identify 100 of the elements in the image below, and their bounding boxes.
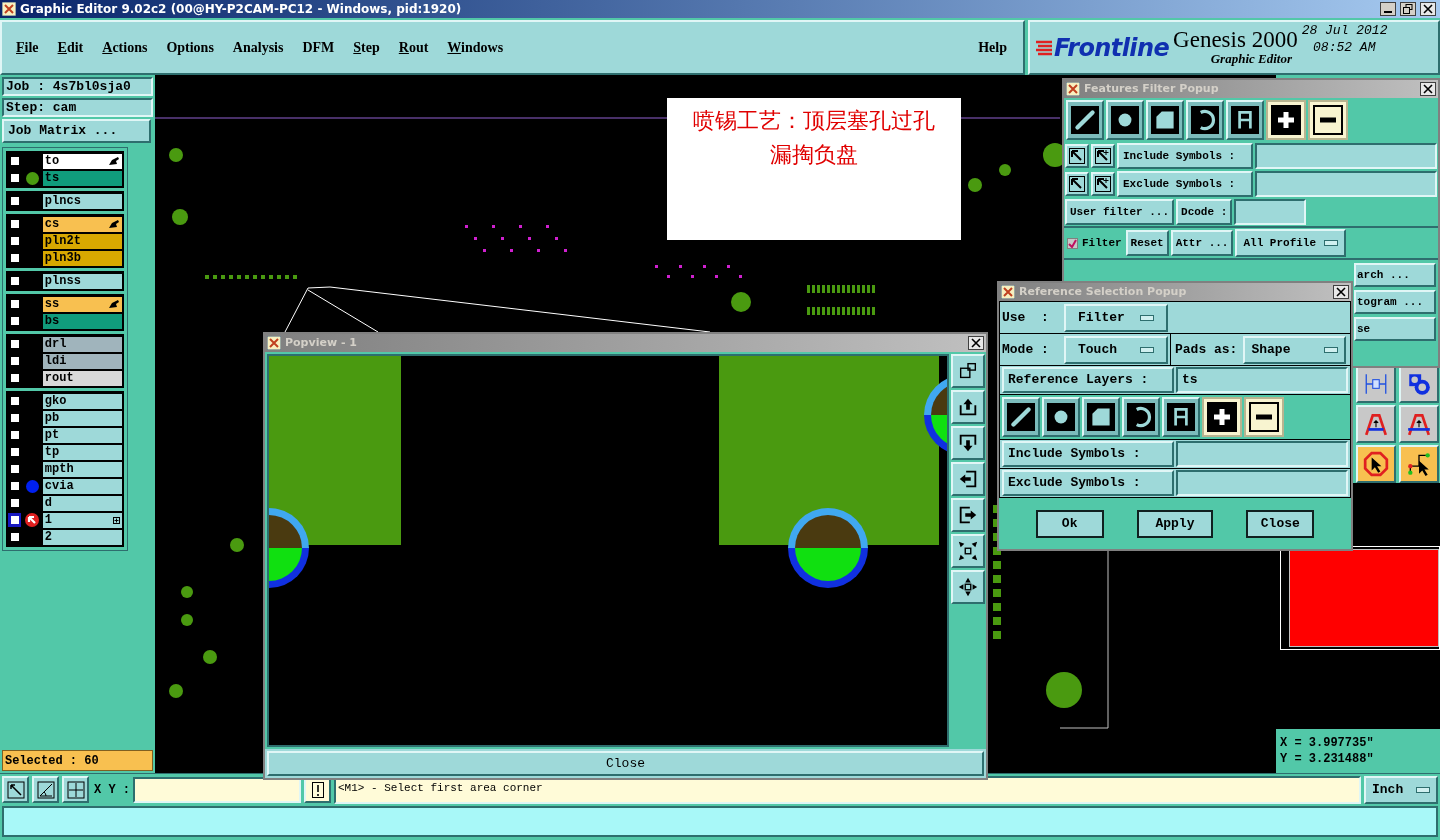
layer-name[interactable]: ss <box>42 296 122 312</box>
positive-button[interactable] <box>1202 397 1242 437</box>
symbols-input-field[interactable] <box>1176 441 1348 467</box>
menu-item[interactable]: Rout <box>398 37 429 58</box>
xy-input-field[interactable] <box>133 776 301 803</box>
close-button[interactable] <box>1420 2 1436 16</box>
help-menu[interactable]: Help <box>978 37 1007 58</box>
popview-tool-button[interactable] <box>951 425 985 460</box>
menu-item[interactable]: Actions <box>102 37 148 58</box>
popview-tool-button[interactable] <box>951 461 985 496</box>
layer-name[interactable]: gko <box>42 393 122 409</box>
include-symbols-button[interactable]: Include Symbols : <box>1117 143 1253 169</box>
dcode-input-field[interactable] <box>1234 199 1307 225</box>
dialog-button[interactable]: Ok <box>1035 509 1104 538</box>
layer-name[interactable]: mpth <box>42 461 122 477</box>
status-tool-button[interactable] <box>2 776 29 803</box>
menu-item[interactable]: Analysis <box>232 37 284 58</box>
layer-name[interactable]: plnss <box>42 273 122 289</box>
layer-name[interactable]: pt <box>42 427 122 443</box>
job-matrix-button[interactable]: Job Matrix ... <box>2 119 151 143</box>
surface-filter-button[interactable] <box>1082 397 1120 437</box>
status-tool-button[interactable] <box>32 776 59 803</box>
profile-dropdown[interactable]: All Profile <box>1235 229 1347 257</box>
popview-tool-button[interactable] <box>951 353 985 388</box>
pad-filter-button[interactable] <box>1106 100 1144 140</box>
filter-checkbox[interactable]: Filter <box>1065 234 1124 252</box>
symbols-input-field[interactable] <box>1176 470 1348 496</box>
popview-tool-button[interactable] <box>951 389 985 424</box>
partial-button[interactable]: arch ... <box>1354 263 1436 287</box>
include-symbols-button[interactable]: Include Symbols : <box>1002 441 1174 467</box>
negative-button[interactable] <box>1244 397 1284 437</box>
symbols-input-field[interactable] <box>1255 171 1437 197</box>
layer-name[interactable]: to <box>42 153 122 169</box>
pick-button[interactable] <box>1065 172 1089 196</box>
layer-name[interactable]: pln3b <box>42 250 122 266</box>
popview-close-button[interactable]: Close <box>267 750 984 776</box>
layer-name[interactable]: cs <box>42 216 122 232</box>
arc-filter-button[interactable] <box>1122 397 1160 437</box>
pad-filter-button[interactable] <box>1042 397 1080 437</box>
reference-layers-field[interactable]: ts <box>1176 367 1348 393</box>
popview-tool-button[interactable] <box>951 497 985 532</box>
dialog-button[interactable]: Close <box>1246 509 1315 538</box>
layer-name[interactable]: drl <box>42 336 122 352</box>
toolbar-button[interactable] <box>1399 445 1439 483</box>
layer-name[interactable]: d <box>42 495 122 511</box>
mode-dropdown[interactable]: Touch <box>1064 335 1168 364</box>
use-dropdown[interactable]: Filter <box>1064 303 1168 332</box>
arc-filter-button[interactable] <box>1186 100 1224 140</box>
close-button[interactable] <box>1333 285 1349 299</box>
pick-button[interactable] <box>1065 144 1089 168</box>
menu-item[interactable]: Step <box>353 37 380 58</box>
line-filter-button[interactable] <box>1066 100 1104 140</box>
pick-button[interactable] <box>1091 172 1115 196</box>
close-button[interactable] <box>1420 82 1436 96</box>
surface-filter-button[interactable] <box>1146 100 1184 140</box>
negative-button[interactable] <box>1308 100 1348 140</box>
restore-button[interactable] <box>1400 2 1416 16</box>
layer-name[interactable]: bs <box>42 313 122 329</box>
menu-item[interactable]: File <box>16 37 39 58</box>
text-filter-button[interactable] <box>1226 100 1264 140</box>
toolbar-button[interactable] <box>1356 445 1396 483</box>
menu-item[interactable]: Options <box>166 37 214 58</box>
layer-name[interactable]: tp <box>42 444 122 460</box>
attr-button[interactable]: Attr ... <box>1170 230 1234 256</box>
layer-name[interactable]: pln2t <box>42 233 122 249</box>
menu-item[interactable]: Windows <box>447 37 504 58</box>
toolbar-button[interactable] <box>1356 405 1396 443</box>
layer-name[interactable]: pb <box>42 410 122 426</box>
menu-item[interactable]: Edit <box>57 37 84 58</box>
pick-button[interactable] <box>1091 144 1115 168</box>
layer-name[interactable]: 1 <box>42 512 122 528</box>
popview-tool-button[interactable] <box>951 533 985 568</box>
toolbar-button[interactable] <box>1399 405 1439 443</box>
layer-name[interactable]: ts <box>42 170 122 186</box>
reference-layers-button[interactable]: Reference Layers : <box>1002 367 1174 393</box>
popview-tool-button[interactable] <box>951 569 985 604</box>
minimize-button[interactable] <box>1380 2 1396 16</box>
user-filter-button[interactable]: User filter ... <box>1065 199 1175 225</box>
layer-name[interactable]: cvia <box>42 478 122 494</box>
status-tool-button[interactable] <box>62 776 89 803</box>
pads-as-dropdown[interactable]: Shape <box>1243 335 1346 364</box>
layer-name[interactable]: rout <box>42 370 122 386</box>
layer-name[interactable]: ldi <box>42 353 122 369</box>
dcode-button[interactable]: Dcode : <box>1176 199 1233 225</box>
line-filter-button[interactable] <box>1002 397 1040 437</box>
units-dropdown[interactable]: Inch <box>1364 775 1438 804</box>
menu-item[interactable]: DFM <box>302 37 335 58</box>
text-filter-button[interactable] <box>1162 397 1200 437</box>
reset-button[interactable]: Reset <box>1125 230 1169 256</box>
positive-button[interactable] <box>1266 100 1306 140</box>
partial-button[interactable]: togram ... <box>1354 290 1436 314</box>
exclude-symbols-button[interactable]: Exclude Symbols : <box>1002 470 1174 496</box>
exclude-symbols-button[interactable]: Exclude Symbols : <box>1117 171 1253 197</box>
dialog-button[interactable]: Apply <box>1137 509 1213 538</box>
close-button[interactable] <box>968 335 984 350</box>
layer-name[interactable]: plncs <box>42 193 122 209</box>
partial-button[interactable]: se <box>1354 317 1436 341</box>
symbols-input-field[interactable] <box>1255 143 1437 169</box>
command-field[interactable] <box>2 806 1438 837</box>
layer-name[interactable]: 2 <box>42 529 122 545</box>
